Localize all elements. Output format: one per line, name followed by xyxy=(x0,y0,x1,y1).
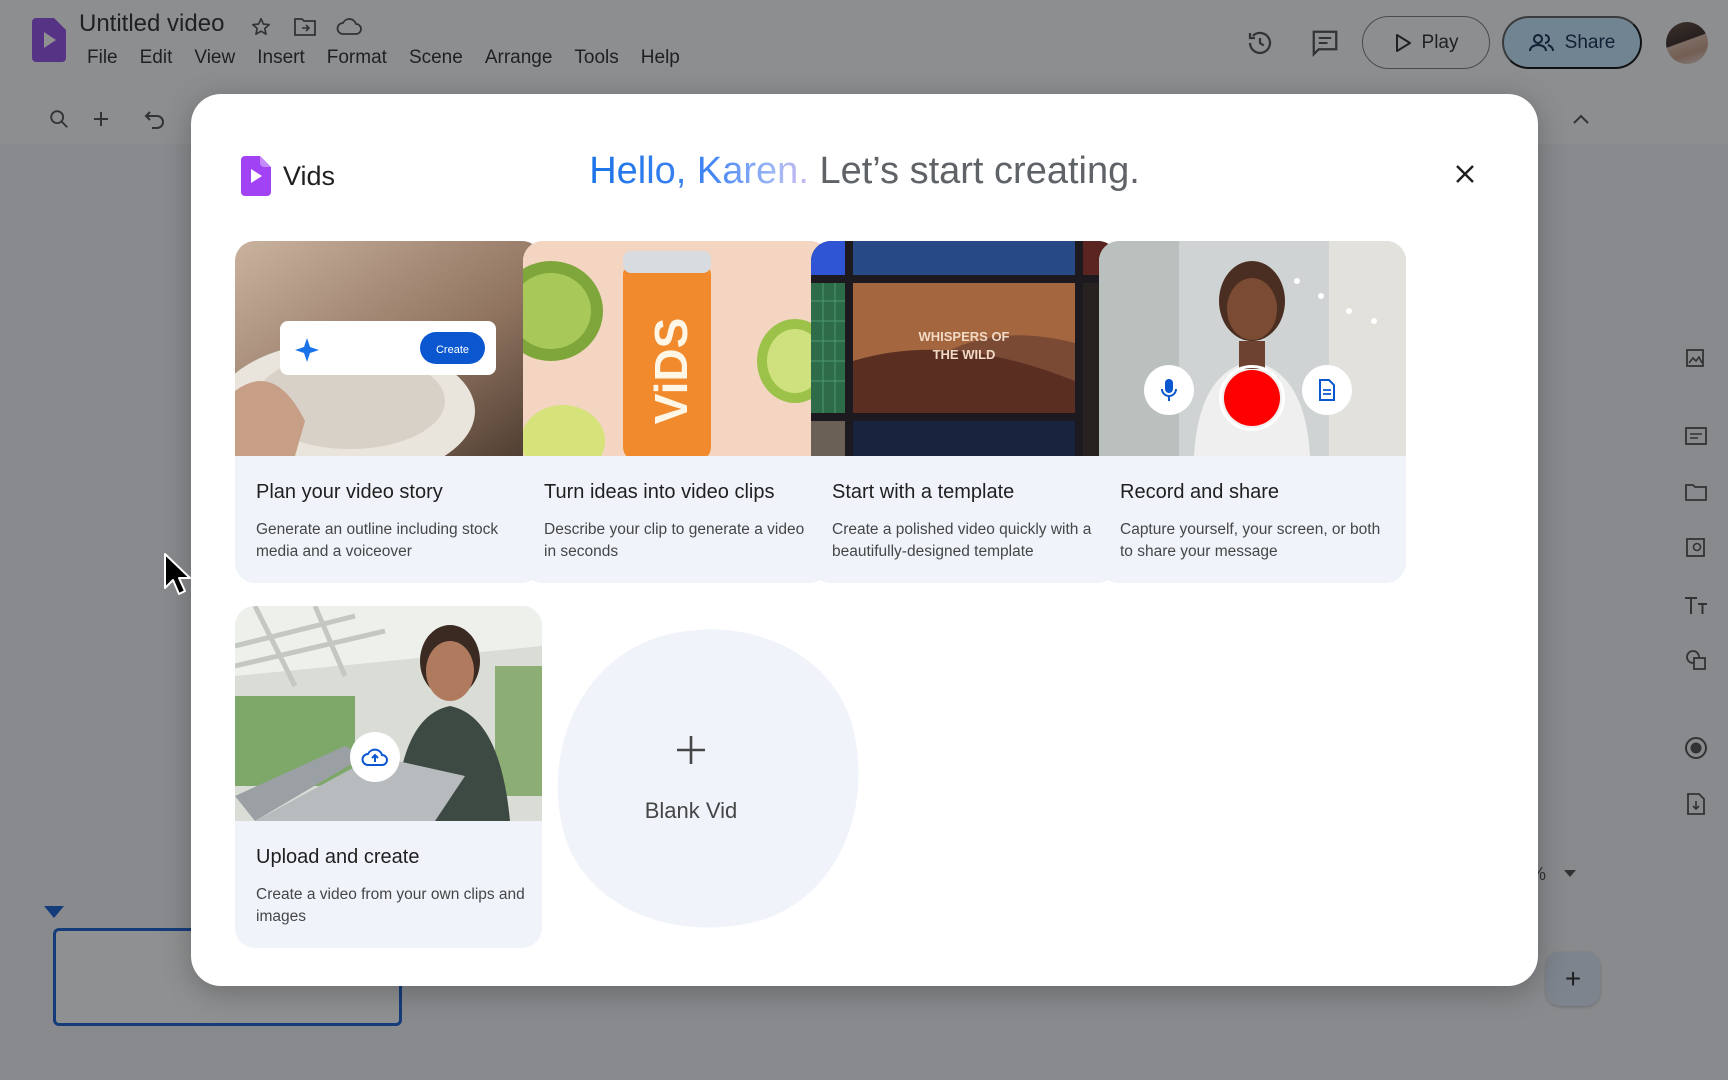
card-description: Describe your clip to generate a video i… xyxy=(544,521,805,560)
card-upload-create[interactable]: Upload and create Create a video from yo… xyxy=(235,606,542,948)
card-description: Create a video from your own clips and i… xyxy=(256,886,525,925)
welcome-dialog: Vids Hello, Karen. Let’s start creating.… xyxy=(191,94,1538,986)
microphone-button[interactable] xyxy=(1144,365,1194,415)
close-dialog-button[interactable] xyxy=(1447,156,1483,192)
card-description: Create a polished video quickly with a b… xyxy=(832,521,1092,560)
cloud-upload-icon xyxy=(361,748,388,766)
card-upload-image xyxy=(235,606,542,821)
card-template-image: WHISPERS OF THE WILD xyxy=(811,241,1118,456)
record-dot-icon xyxy=(1224,370,1280,426)
microphone-icon xyxy=(1161,379,1177,401)
card-title: Record and share xyxy=(1120,481,1279,503)
card-start-template[interactable]: WHISPERS OF THE WILD Start with a templa… xyxy=(811,241,1118,583)
card-description: Generate an outline including stock medi… xyxy=(256,521,499,560)
greeting-heading: Hello, Karen. Let’s start creating. xyxy=(191,150,1538,193)
mouse-cursor-icon xyxy=(164,553,191,595)
record-button[interactable] xyxy=(1213,363,1291,433)
card-title: Start with a template xyxy=(832,481,1015,503)
card-record-share[interactable]: Record and share Capture yourself, your … xyxy=(1099,241,1406,583)
card-title: Upload and create xyxy=(256,846,420,868)
can-brand-text: ViDS xyxy=(645,318,697,425)
template-title-line-1: WHISPERS OF xyxy=(918,329,1009,344)
template-title-line-2: THE WILD xyxy=(933,347,996,362)
document-icon xyxy=(1319,379,1335,401)
blank-vid-button[interactable] xyxy=(523,596,893,962)
card-title: Turn ideas into video clips xyxy=(544,481,775,503)
card-plan-image: Create xyxy=(235,241,542,456)
upload-button[interactable] xyxy=(350,732,400,782)
create-chip-label: Create xyxy=(436,344,469,356)
card-description: Capture yourself, your screen, or both t… xyxy=(1120,521,1381,560)
card-clips-image: ViDS xyxy=(523,241,830,456)
card-title: Plan your video story xyxy=(256,481,443,503)
plus-icon xyxy=(677,736,705,764)
card-record-image xyxy=(1099,241,1406,456)
card-plan-video-story[interactable]: Create Plan your video story Generate an… xyxy=(235,241,542,583)
close-icon xyxy=(1456,165,1474,183)
greeting-hello: Hello, Karen. xyxy=(589,150,809,192)
greeting-subtitle: Let’s start creating. xyxy=(819,150,1140,192)
script-button[interactable] xyxy=(1302,365,1352,415)
blank-vid-label: Blank Vid xyxy=(644,798,738,823)
card-ideas-to-clips[interactable]: ViDS Turn ideas into video clips Describ… xyxy=(523,241,830,583)
